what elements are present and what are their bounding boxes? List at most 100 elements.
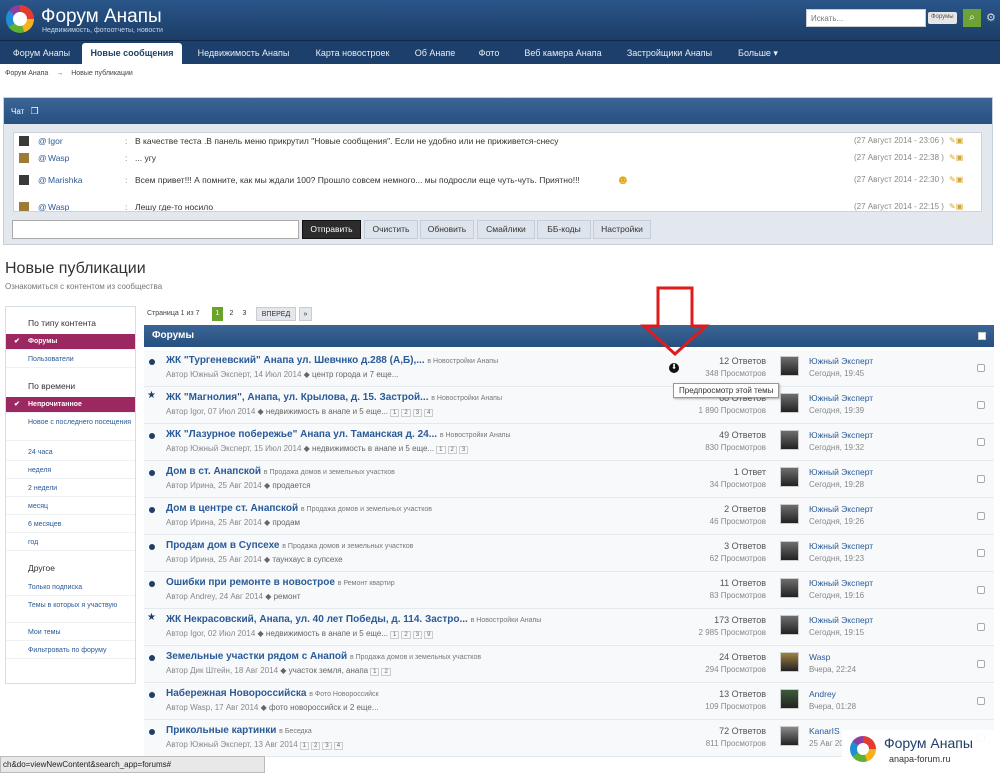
last-post-date[interactable]: Сегодня, 19:15: [809, 628, 864, 637]
topic-page-link[interactable]: 3: [458, 446, 469, 454]
topic-tags[interactable]: фото новороссийск и 2 еще...: [269, 703, 379, 712]
topic-forum[interactable]: в Новостройки Анапы: [431, 395, 502, 402]
avatar[interactable]: [780, 430, 799, 450]
topic-page-link[interactable]: 2: [311, 742, 321, 750]
preview-icon[interactable]: ⬇: [669, 363, 679, 373]
chat-input[interactable]: [12, 220, 299, 239]
edit-icon[interactable]: ✎▣: [949, 136, 971, 146]
topic-tags[interactable]: недвижимость в анапе и 5 еще...: [266, 407, 388, 416]
topic-row[interactable]: ЖК "Тургеневский" Анапа ул. Шевчнко д.28…: [144, 350, 994, 387]
avatar[interactable]: [780, 578, 799, 598]
avatar[interactable]: [780, 689, 799, 709]
topic-row[interactable]: Ошибки при ремонте в новострое в Ремонт …: [144, 572, 994, 609]
sidebar-item-forums[interactable]: Форумы: [6, 334, 135, 350]
chat-user[interactable]: Marishka: [48, 175, 82, 185]
last-page-button[interactable]: »: [299, 307, 312, 321]
last-poster[interactable]: Южный Эксперт: [809, 578, 873, 588]
topic-page-link[interactable]: 4: [333, 742, 344, 750]
search-scope-button[interactable]: Форумы: [928, 12, 957, 24]
smilies-button[interactable]: Смайлики: [477, 220, 535, 239]
search-input[interactable]: [806, 9, 926, 27]
last-poster[interactable]: Andrey: [809, 689, 836, 699]
last-poster[interactable]: Южный Эксперт: [809, 541, 873, 551]
topic-title[interactable]: Земельные участки рядом с Анапой: [166, 651, 347, 662]
topic-checkbox[interactable]: [977, 364, 985, 372]
topic-forum[interactable]: в Продажа домов и земельных участков: [301, 506, 432, 513]
avatar[interactable]: [780, 726, 799, 746]
topic-title[interactable]: Ошибки при ремонте в новострое: [166, 577, 335, 588]
avatar[interactable]: [780, 467, 799, 487]
last-poster[interactable]: Южный Эксперт: [809, 504, 873, 514]
topic-row[interactable]: Земельные участки рядом с Анапой в Прода…: [144, 646, 994, 683]
topic-checkbox[interactable]: [977, 697, 985, 705]
topic-title[interactable]: Дом в ст. Анапской: [166, 466, 261, 477]
chat-user[interactable]: Igor: [48, 136, 63, 146]
topic-title[interactable]: ЖК "Лазурное побережье" Анапа ул. Таманс…: [166, 429, 437, 440]
sidebar-item-since-last[interactable]: Новое с последнего посещения: [6, 415, 135, 441]
last-post-date[interactable]: Сегодня, 19:45: [809, 369, 864, 378]
sidebar-item-unread[interactable]: Непрочитанное: [6, 397, 135, 413]
bbcodes-button[interactable]: ББ-коды: [537, 220, 591, 239]
next-page-button[interactable]: ВПЕРЕД: [256, 307, 296, 321]
sidebar-item-following[interactable]: Только подписка: [6, 579, 135, 596]
page-link-3[interactable]: 3: [239, 307, 250, 321]
search-button[interactable]: ⌕: [963, 9, 981, 27]
last-post-date[interactable]: Вчера, 01:28: [809, 702, 856, 711]
topic-forum[interactable]: в Продажа домов и земельных участков: [264, 469, 395, 476]
topic-page-link[interactable]: 1: [436, 446, 446, 454]
topic-title[interactable]: Продам дом в Супсехе: [166, 540, 279, 551]
edit-icon[interactable]: ✎▣: [949, 202, 971, 211]
last-poster[interactable]: Южный Эксперт: [809, 430, 873, 440]
topic-title[interactable]: ЖК Некрасовский, Анапа, ул. 40 лет Побед…: [166, 614, 468, 625]
topic-page-link[interactable]: 2: [401, 631, 411, 639]
last-poster[interactable]: Южный Эксперт: [809, 356, 873, 366]
topic-page-link[interactable]: 1: [390, 631, 400, 639]
topic-checkbox[interactable]: [977, 623, 985, 631]
nav-item-photo[interactable]: Фото: [469, 41, 509, 65]
topic-checkbox[interactable]: [977, 549, 985, 557]
topic-page-link[interactable]: 2: [447, 446, 457, 454]
avatar[interactable]: [780, 615, 799, 635]
last-post-date[interactable]: Сегодня, 19:32: [809, 443, 864, 452]
topic-row[interactable]: Дом в ст. Анапской в Продажа домов и зем…: [144, 461, 994, 498]
topic-forum[interactable]: в Фото Новороссийск: [309, 691, 378, 698]
topic-page-link[interactable]: 1: [390, 409, 400, 417]
avatar[interactable]: [19, 153, 29, 163]
topic-checkbox[interactable]: [977, 512, 985, 520]
nav-item-new-posts[interactable]: Новые сообщения: [82, 43, 182, 65]
nav-item-forum[interactable]: Форум Анапы: [4, 41, 79, 65]
clear-button[interactable]: Очистить: [364, 220, 418, 239]
avatar[interactable]: [19, 175, 29, 185]
site-logo[interactable]: [6, 5, 34, 33]
topic-tags[interactable]: недвижимость в анапе и 5 еще...: [266, 629, 388, 638]
last-poster[interactable]: Южный Эксперт: [809, 467, 873, 477]
topic-page-link[interactable]: 4: [424, 409, 434, 417]
topic-forum[interactable]: в Продажа домов и земельных участков: [282, 543, 413, 550]
topic-forum[interactable]: в Новостройки Анапы: [440, 432, 511, 439]
topic-forum[interactable]: в Продажа домов и земельных участков: [350, 654, 481, 661]
last-post-date[interactable]: Сегодня, 19:28: [809, 480, 864, 489]
avatar[interactable]: [19, 202, 29, 211]
topic-tags[interactable]: недвижимость в анапе и 5 еще...: [312, 444, 434, 453]
select-all-checkbox[interactable]: [978, 332, 986, 340]
topic-page-link[interactable]: 3: [412, 631, 423, 639]
topic-forum[interactable]: в Новостройки Анапы: [471, 617, 542, 624]
sidebar-item-month[interactable]: месяц: [6, 498, 135, 515]
last-poster[interactable]: Южный Эксперт: [809, 393, 873, 403]
topic-page-link[interactable]: 2: [401, 409, 411, 417]
sidebar-item-my-topics[interactable]: Мои темы: [6, 624, 135, 641]
topic-checkbox[interactable]: [977, 660, 985, 668]
last-poster[interactable]: Южный Эксперт: [809, 615, 873, 625]
topic-row[interactable]: Продам дом в Супсехе в Продажа домов и з…: [144, 535, 994, 572]
sidebar-item-participated[interactable]: Темы в которых я участвую: [6, 598, 135, 623]
nav-item-more[interactable]: Больше ▾: [727, 41, 789, 65]
last-poster[interactable]: Wasp: [809, 652, 830, 662]
topic-row[interactable]: ЖК "Лазурное побережье" Анапа ул. Таманс…: [144, 424, 994, 461]
chat-user[interactable]: Wasp: [48, 202, 69, 211]
sidebar-item-filter-forum[interactable]: Фильтровать по форуму: [6, 642, 135, 659]
avatar[interactable]: [780, 504, 799, 524]
topic-title[interactable]: Набережная Новороссийска: [166, 688, 306, 699]
gear-icon[interactable]: ⚙: [986, 11, 996, 24]
topic-page-link[interactable]: 1: [299, 742, 310, 750]
topic-forum[interactable]: в Беседка: [279, 728, 312, 735]
